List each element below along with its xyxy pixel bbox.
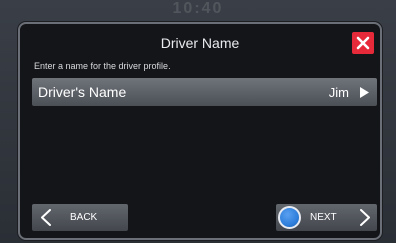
close-icon [356,36,370,50]
radio-dot-icon [278,206,301,229]
status-bar-time: 10:40 [172,0,224,17]
drivers-name-value: Jim [328,85,349,100]
back-label: BACK [70,212,98,223]
instruction-text: Enter a name for the driver profile. [34,61,171,71]
screen: 10:40 Driver Name Enter a name for the d… [0,0,396,243]
close-button[interactable] [352,32,374,54]
driver-name-dialog: Driver Name Enter a name for the driver … [18,22,382,240]
chevron-right-icon [360,209,370,226]
dialog-footer: BACK NEXT [20,200,380,238]
drivers-name-label: Driver's Name [38,84,127,100]
play-arrow-icon [360,87,369,98]
next-label: NEXT [310,212,337,223]
back-button[interactable]: BACK [32,204,128,231]
dialog-header: Driver Name [20,24,380,60]
next-button[interactable]: NEXT [276,204,377,231]
chevron-left-icon [41,209,51,226]
dialog-title: Driver Name [160,35,240,51]
drivers-name-row[interactable]: Driver's Name Jim [32,78,377,106]
